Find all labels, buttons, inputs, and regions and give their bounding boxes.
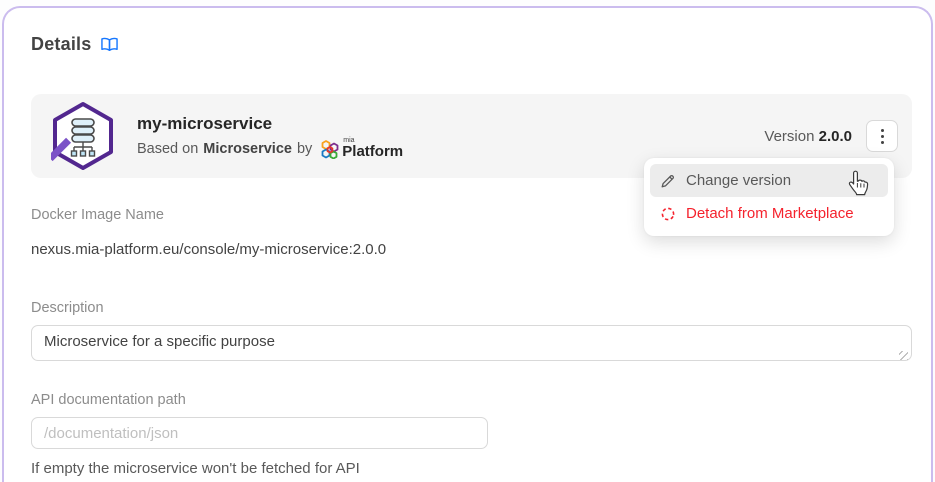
- page-header: Details: [31, 34, 119, 55]
- actions-dropdown-menu: Change version Detach from Marketplace: [644, 158, 894, 236]
- more-actions-button[interactable]: [866, 120, 898, 152]
- brand-mia-text: mia: [343, 136, 355, 144]
- api-documentation-path-input[interactable]: [31, 417, 488, 449]
- details-panel: Details my-microservice Based on Microse…: [2, 6, 933, 482]
- version-text: Version 2.0.0: [764, 128, 852, 145]
- version-area: Version 2.0.0: [764, 120, 898, 152]
- template-name: Microservice: [203, 140, 292, 157]
- based-on-prefix: Based on: [137, 140, 199, 157]
- menu-item-label: Change version: [686, 172, 792, 189]
- menu-item-label: Detach from Marketplace: [686, 205, 854, 222]
- pencil-icon: [660, 173, 676, 189]
- documentation-book-icon[interactable]: [101, 37, 119, 52]
- menu-item-detach-from-marketplace[interactable]: Detach from Marketplace: [650, 197, 888, 230]
- brand-platform-text: mia Platform: [342, 136, 404, 160]
- service-text-block: my-microservice Based on Microservice by: [137, 114, 764, 159]
- version-label: Version: [764, 127, 815, 145]
- version-value: 2.0.0: [818, 127, 852, 145]
- service-based-on: Based on Microservice by mia Platform: [137, 136, 764, 160]
- mia-platform-logo: mia Platform: [320, 136, 404, 160]
- api-documentation-help-text: If empty the microservice won't be fetch…: [31, 460, 360, 482]
- page-title: Details: [31, 34, 92, 54]
- description-textarea[interactable]: Microservice for a specific purpose: [31, 325, 912, 361]
- docker-image-name-label: Docker Image Name: [31, 207, 164, 223]
- mia-platform-hexagons-icon: [321, 139, 339, 159]
- kebab-menu-icon: [880, 128, 884, 144]
- description-label: Description: [31, 300, 104, 316]
- based-on-connector: by: [296, 140, 313, 157]
- docker-image-name-value: nexus.mia-platform.eu/console/my-microse…: [31, 241, 387, 258]
- menu-item-change-version[interactable]: Change version: [650, 164, 888, 197]
- microservice-hexagon-icon: [47, 101, 115, 171]
- api-documentation-path-label: API documentation path: [31, 392, 186, 408]
- service-name: my-microservice: [137, 113, 273, 133]
- detach-icon: [660, 206, 676, 222]
